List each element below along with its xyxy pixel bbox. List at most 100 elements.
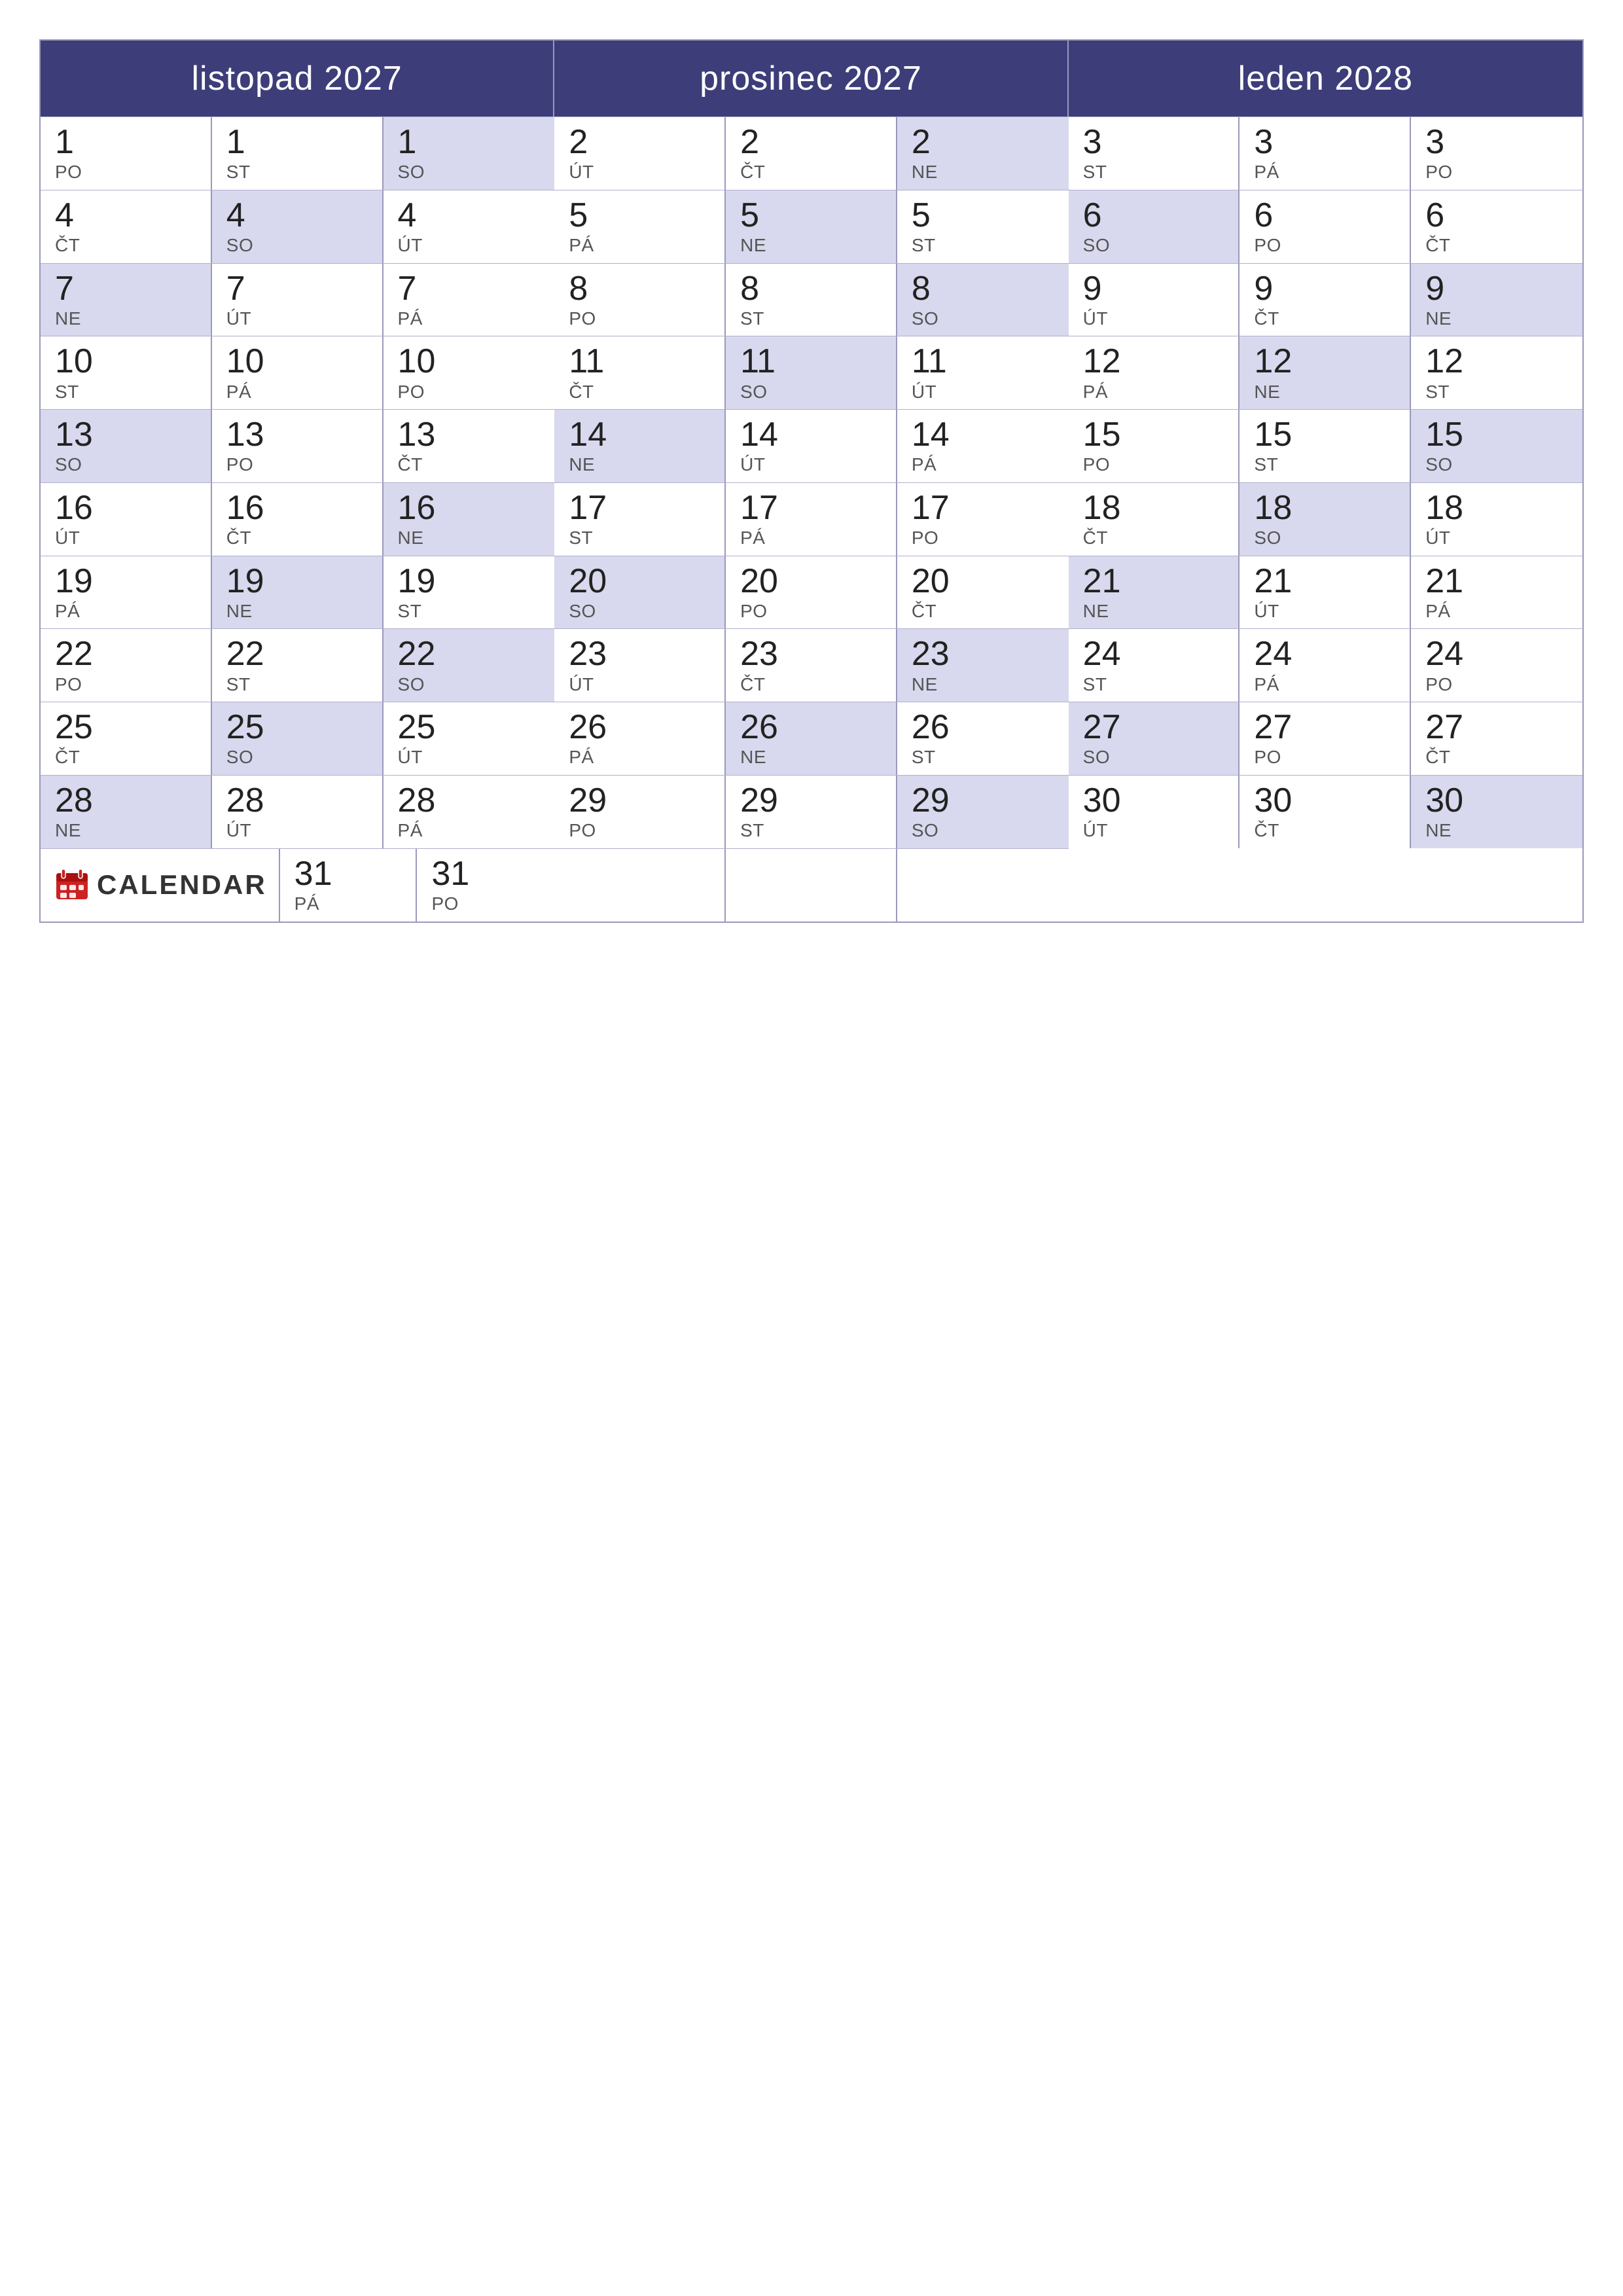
day-cell: 29PO bbox=[554, 776, 726, 848]
day-cell: 4ÚT bbox=[383, 190, 555, 263]
day-cell: 12ST bbox=[1411, 336, 1582, 409]
day-number: 11 bbox=[569, 343, 713, 380]
day-cell: 18ČT bbox=[1069, 483, 1240, 556]
day-number: 15 bbox=[1254, 416, 1398, 454]
day-name: NE bbox=[740, 234, 884, 257]
day-cell: 28ÚT bbox=[212, 776, 383, 848]
day-cell: 24PÁ bbox=[1240, 629, 1411, 702]
day-row-5: 5PÁ5NE5ST bbox=[554, 190, 1068, 263]
day-number: 29 bbox=[912, 782, 1057, 819]
day-row-11: 11ČT11SO11ÚT bbox=[554, 336, 1068, 409]
day-number: 2 bbox=[740, 124, 884, 161]
day-cell: 17PO bbox=[897, 483, 1069, 556]
day-cell: 20PO bbox=[726, 556, 897, 629]
day-name: PO bbox=[226, 454, 370, 476]
day-number: 9 bbox=[1425, 270, 1571, 308]
day-cell: 25ČT bbox=[41, 702, 212, 775]
day-name: ST bbox=[55, 381, 199, 403]
day-name: NE bbox=[1425, 308, 1571, 330]
day-cell: 2ČT bbox=[726, 117, 897, 190]
day-row-16: 16ÚT16ČT16NE bbox=[41, 482, 554, 556]
day-number: 18 bbox=[1425, 490, 1571, 527]
day-cell: 6SO bbox=[1069, 190, 1240, 263]
day-number: 12 bbox=[1083, 343, 1227, 380]
day-cell: 25ÚT bbox=[383, 702, 555, 775]
day-number: 28 bbox=[226, 782, 370, 819]
day-name: PO bbox=[55, 161, 199, 183]
day-cell: 10PO bbox=[383, 336, 555, 409]
day-cell: 19ST bbox=[383, 556, 555, 629]
day-name: PO bbox=[398, 381, 543, 403]
day-name: ST bbox=[912, 234, 1057, 257]
day-name: ÚT bbox=[569, 161, 713, 183]
day-name: PÁ bbox=[398, 819, 543, 842]
month-header-leden: leden 2028 bbox=[1069, 41, 1582, 117]
day-cell: 14NE bbox=[554, 410, 726, 482]
day-name: NE bbox=[398, 527, 543, 549]
day-name: NE bbox=[1425, 819, 1571, 842]
day-cell: 2ÚT bbox=[554, 117, 726, 190]
day-cell: 1ST bbox=[212, 117, 383, 190]
day-cell: 22PO bbox=[41, 629, 212, 702]
day-cell: 8ST bbox=[726, 264, 897, 336]
day-row-24: 24ST24PÁ24PO bbox=[1069, 628, 1582, 702]
day-cell: 29SO bbox=[897, 776, 1069, 848]
day-number: 23 bbox=[569, 636, 713, 673]
day-row-12: 12PÁ12NE12ST bbox=[1069, 336, 1582, 409]
day-name: SO bbox=[912, 819, 1057, 842]
day-name: ST bbox=[226, 161, 370, 183]
day-number: 14 bbox=[569, 416, 713, 454]
day-cell: 31PO bbox=[417, 849, 554, 922]
day-row-6: 6SO6PO6ČT bbox=[1069, 190, 1582, 263]
day-number: 6 bbox=[1083, 197, 1227, 234]
day-number: 7 bbox=[55, 270, 199, 308]
day-name: ČT bbox=[912, 600, 1057, 622]
day-number: 6 bbox=[1425, 197, 1571, 234]
day-cell: 18SO bbox=[1240, 483, 1411, 556]
day-number: 21 bbox=[1083, 563, 1227, 600]
day-number: 9 bbox=[1083, 270, 1227, 308]
day-number: 27 bbox=[1083, 709, 1227, 746]
day-cell: 22ST bbox=[212, 629, 383, 702]
day-number: 7 bbox=[398, 270, 543, 308]
day-cell: 5PÁ bbox=[554, 190, 726, 263]
day-number: 26 bbox=[569, 709, 713, 746]
day-number: 26 bbox=[912, 709, 1057, 746]
day-number: 26 bbox=[740, 709, 884, 746]
day-number: 20 bbox=[569, 563, 713, 600]
month-header-listopad: listopad 2027 bbox=[41, 41, 554, 117]
day-cell: 28NE bbox=[41, 776, 212, 848]
day-cell: 3ST bbox=[1069, 117, 1240, 190]
day-number: 3 bbox=[1254, 124, 1398, 161]
day-row-7: 7NE7ÚT7PÁ bbox=[41, 263, 554, 336]
day-name: ST bbox=[1083, 673, 1227, 696]
day-number: 10 bbox=[55, 343, 199, 380]
logo-text: CALENDAR bbox=[97, 869, 267, 901]
day-name: PO bbox=[431, 893, 543, 915]
day-number: 3 bbox=[1083, 124, 1227, 161]
day-number: 25 bbox=[226, 709, 370, 746]
day-name: ST bbox=[740, 819, 884, 842]
day-cell: 8PO bbox=[554, 264, 726, 336]
day-cell: 26ST bbox=[897, 702, 1069, 775]
day-row-22: 22PO22ST22SO bbox=[41, 628, 554, 702]
day-cell: 26PÁ bbox=[554, 702, 726, 775]
day-name: ST bbox=[912, 746, 1057, 768]
day-number: 27 bbox=[1254, 709, 1398, 746]
day-name: SO bbox=[398, 161, 543, 183]
day-cell: 9NE bbox=[1411, 264, 1582, 336]
day-number: 2 bbox=[569, 124, 713, 161]
day-name: ÚT bbox=[1083, 308, 1227, 330]
day-name: ČT bbox=[1425, 746, 1571, 768]
day-cell: 23NE bbox=[897, 629, 1069, 702]
day-name: ÚT bbox=[569, 673, 713, 696]
day-name: PÁ bbox=[569, 746, 713, 768]
day-cell: 17PÁ bbox=[726, 483, 897, 556]
day-name: PO bbox=[1254, 746, 1398, 768]
day-name: PÁ bbox=[1254, 673, 1398, 696]
day-name: ÚT bbox=[1425, 527, 1571, 549]
day-cell: 18ÚT bbox=[1411, 483, 1582, 556]
day-number: 8 bbox=[569, 270, 713, 308]
day-name: ČT bbox=[55, 746, 199, 768]
day-name: PO bbox=[569, 308, 713, 330]
